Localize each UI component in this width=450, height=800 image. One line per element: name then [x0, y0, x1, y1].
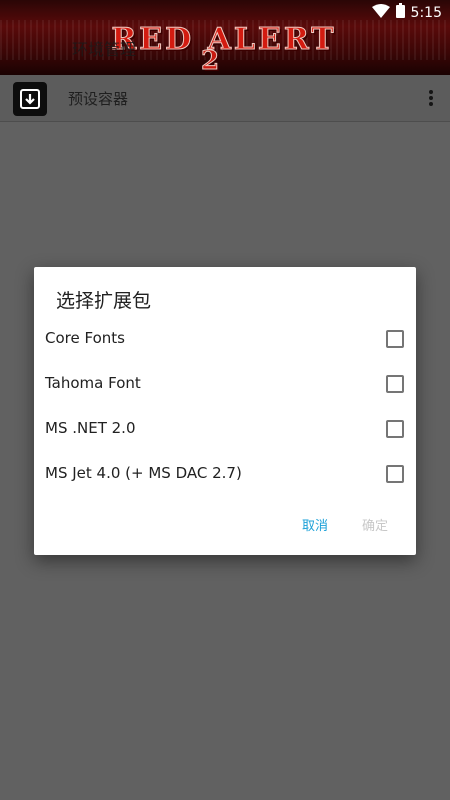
banner-number: 2 [200, 46, 220, 76]
overflow-menu-icon[interactable] [424, 86, 438, 110]
checkbox[interactable] [386, 375, 404, 393]
banner-overlay-text: 环境管理 [72, 40, 137, 59]
option-core-fonts[interactable]: Core Fonts [34, 317, 416, 362]
ok-button[interactable]: 确定 [362, 515, 388, 534]
archive-download-icon[interactable] [13, 82, 47, 116]
option-label: MS Jet 4.0 (+ MS DAC 2.7) [45, 464, 242, 482]
option-tahoma-font[interactable]: Tahoma Font [34, 362, 416, 407]
status-time: 5:15 [410, 4, 442, 21]
option-ms-net-2[interactable]: MS .NET 2.0 [34, 407, 416, 452]
checkbox[interactable] [386, 420, 404, 438]
select-extension-dialog: 选择扩展包 Core Fonts Tahoma Font MS .NET 2.0… [34, 267, 416, 555]
checkbox[interactable] [386, 465, 404, 483]
battery-icon [395, 3, 405, 22]
option-label: Tahoma Font [45, 374, 141, 392]
option-label: MS .NET 2.0 [45, 419, 136, 437]
wifi-icon [371, 3, 390, 22]
app-bar: 预设容器 [0, 75, 450, 122]
app-bar-title: 预设容器 [68, 90, 129, 108]
option-ms-jet-4[interactable]: MS Jet 4.0 (+ MS DAC 2.7) [34, 452, 416, 497]
dialog-title: 选择扩展包 [56, 290, 152, 312]
checkbox[interactable] [386, 330, 404, 348]
option-label: Core Fonts [45, 329, 125, 347]
status-bar: 5:15 [0, 0, 450, 24]
cancel-button[interactable]: 取消 [302, 515, 328, 534]
status-icons: 5:15 [371, 3, 442, 22]
